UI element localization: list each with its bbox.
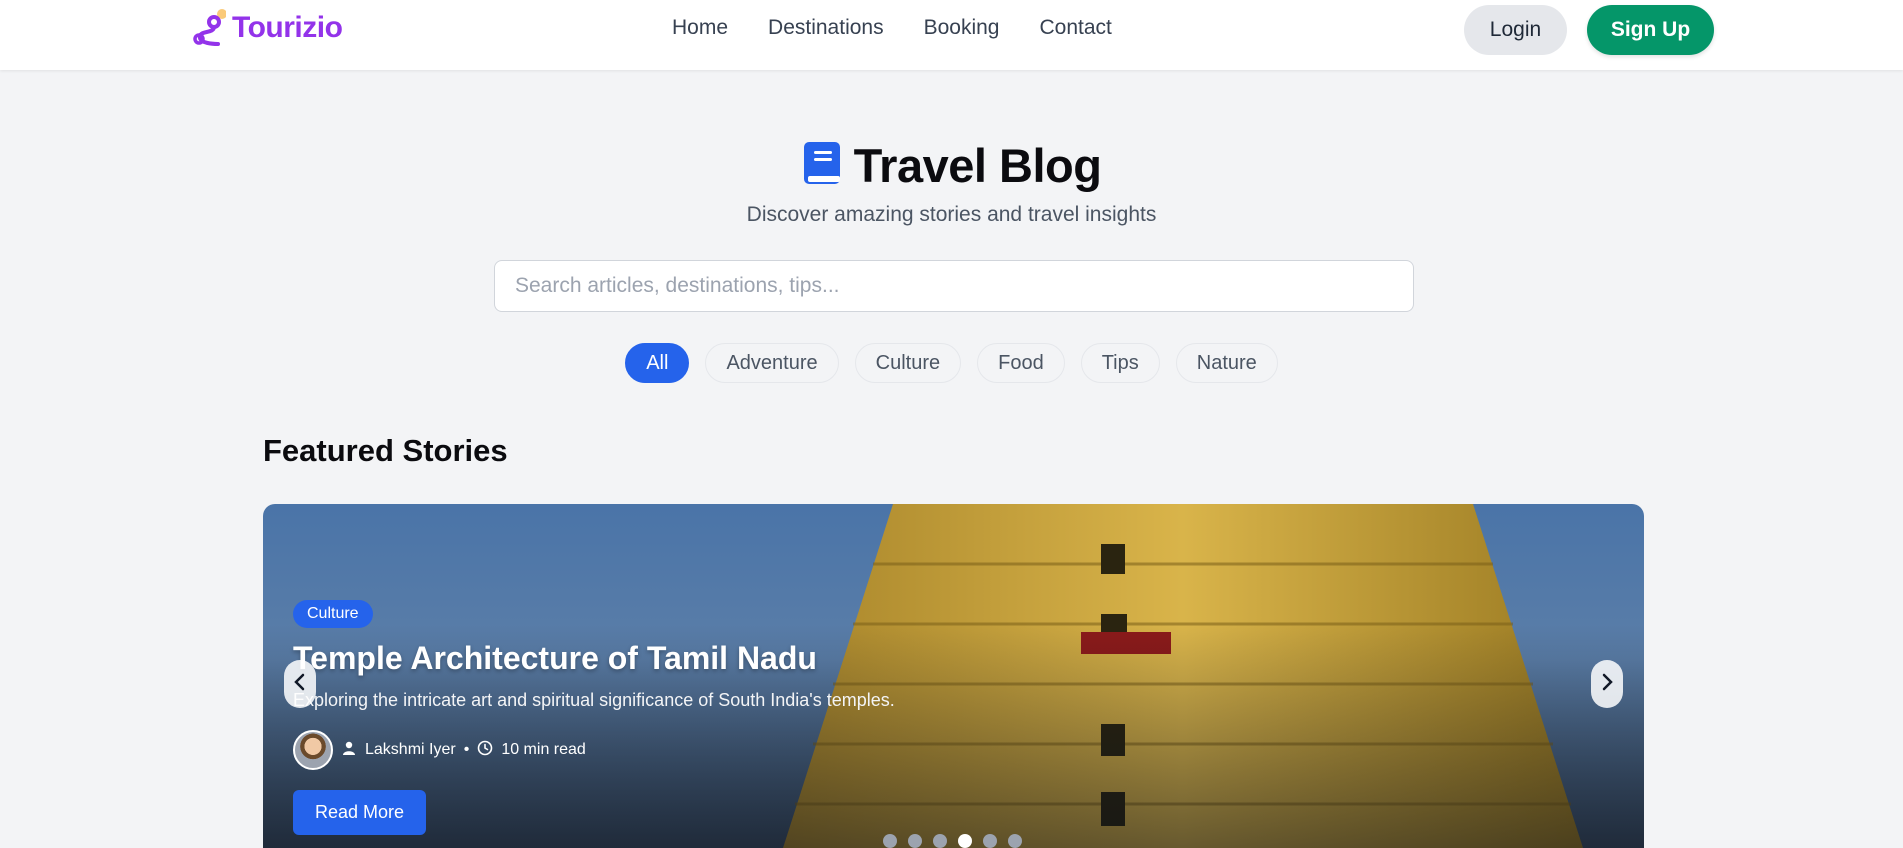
nav-contact[interactable]: Contact <box>1039 16 1111 40</box>
brand-logo[interactable]: Tourizio <box>192 8 343 48</box>
nav-booking[interactable]: Booking <box>924 16 1000 40</box>
carousel-dot[interactable] <box>908 834 922 848</box>
filter-food[interactable]: Food <box>977 343 1065 383</box>
category-badge: Culture <box>293 600 373 628</box>
carousel-dot[interactable] <box>933 834 947 848</box>
story-meta: Lakshmi Iyer • 10 min read <box>293 730 586 770</box>
meta-separator: • <box>463 741 470 758</box>
filter-nature[interactable]: Nature <box>1175 343 1278 383</box>
carousel-dot[interactable] <box>883 834 897 848</box>
carousel-next-button[interactable] <box>1591 660 1623 708</box>
chevron-right-icon <box>1600 672 1614 697</box>
route-pin-icon <box>192 8 227 48</box>
nav-destinations[interactable]: Destinations <box>768 16 884 40</box>
filter-tips[interactable]: Tips <box>1080 343 1160 383</box>
read-time: 10 min read <box>501 741 586 758</box>
carousel-dot[interactable] <box>983 834 997 848</box>
story-description: Exploring the intricate art and spiritua… <box>293 690 895 710</box>
page-title: Travel Blog <box>0 138 1903 193</box>
brand-name: Tourizio <box>232 11 343 44</box>
clock-icon <box>477 740 493 761</box>
signup-button[interactable]: Sign Up <box>1587 5 1714 55</box>
book-icon <box>802 140 844 191</box>
nav-home[interactable]: Home <box>672 16 728 40</box>
page-subtitle: Discover amazing stories and travel insi… <box>746 203 1157 226</box>
user-icon <box>341 740 357 761</box>
filter-all[interactable]: All <box>625 343 690 383</box>
chevron-left-icon <box>293 672 307 697</box>
carousel-prev-button[interactable] <box>284 660 316 708</box>
carousel-dot-active[interactable] <box>958 834 972 848</box>
author-avatar <box>293 730 333 770</box>
carousel-dot[interactable] <box>1008 834 1022 848</box>
read-more-button[interactable]: Read More <box>293 790 426 835</box>
carousel-dots <box>883 834 1022 848</box>
story-title[interactable]: Temple Architecture of Tamil Nadu <box>293 640 817 677</box>
filter-culture[interactable]: Culture <box>854 343 962 383</box>
search-input[interactable] <box>494 260 1414 312</box>
author-name: Lakshmi Iyer <box>365 741 456 758</box>
category-filters: All Adventure Culture Food Tips Nature <box>0 343 1903 383</box>
login-button[interactable]: Login <box>1464 5 1567 55</box>
main-nav: Home Destinations Booking Contact <box>672 16 1112 40</box>
page-heading: Travel Blog <box>853 139 1102 192</box>
top-nav-bar: Tourizio Home Destinations Booking Conta… <box>0 0 1903 70</box>
featured-carousel: Culture Temple Architecture of Tamil Nad… <box>263 504 1644 848</box>
filter-adventure[interactable]: Adventure <box>705 343 839 383</box>
featured-section-title: Featured Stories <box>263 433 508 468</box>
